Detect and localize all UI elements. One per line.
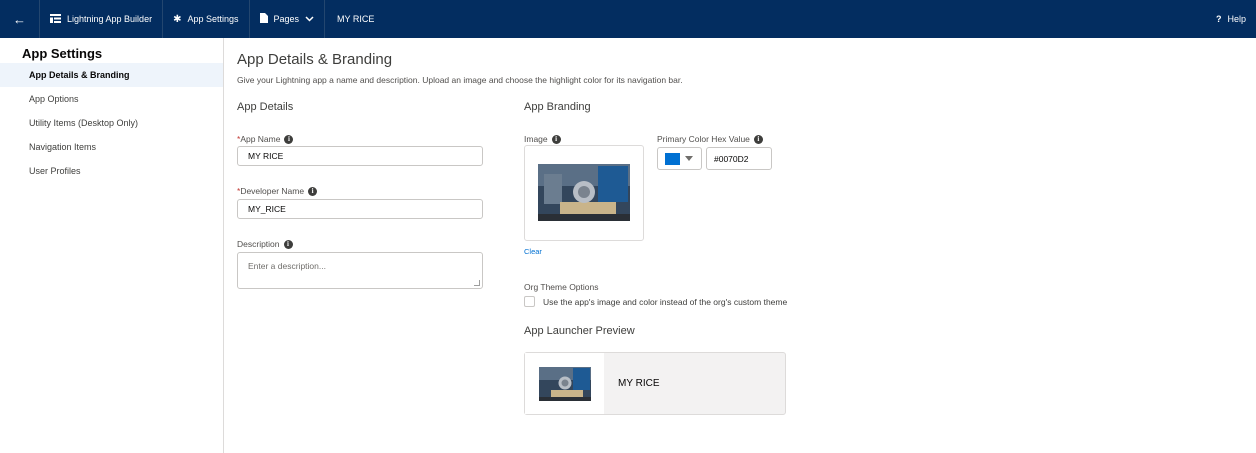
org-theme-checkbox-label[interactable]: Use the app's image and color instead of… <box>543 297 787 307</box>
preview-image <box>525 353 604 414</box>
page-description: Give your Lightning app a name and descr… <box>237 75 683 85</box>
app-image-thumbnail <box>538 164 630 221</box>
info-icon[interactable]: i <box>283 239 293 249</box>
app-settings-label: App Settings <box>187 14 239 24</box>
lightning-app-builder-menu[interactable]: Lightning App Builder <box>40 0 164 38</box>
main-panel: App Details & Branding Give your Lightni… <box>225 38 1256 453</box>
color-swatch <box>665 152 680 165</box>
help-label: Help <box>1227 14 1246 24</box>
page-icon <box>259 13 268 25</box>
app-builder-label: Lightning App Builder <box>67 14 153 24</box>
caret-down-icon <box>685 156 693 161</box>
sidebar-heading: App Settings <box>22 46 103 61</box>
developer-name-input[interactable]: MY_RICE <box>237 199 483 219</box>
app-branding-heading: App Branding <box>524 101 591 113</box>
info-icon[interactable]: i <box>551 134 561 144</box>
app-launcher-preview-heading: App Launcher Preview <box>524 325 635 337</box>
back-button[interactable]: ← <box>0 0 40 38</box>
color-picker-button[interactable] <box>657 147 702 170</box>
help-icon: ? <box>1215 14 1222 24</box>
info-icon[interactable]: i <box>308 186 318 196</box>
resize-handle-icon[interactable] <box>474 280 480 286</box>
chevron-down-icon <box>305 14 314 24</box>
app-settings-button[interactable]: ✱ App Settings <box>163 0 250 38</box>
info-icon[interactable]: i <box>284 134 294 144</box>
description-label: Description i <box>237 239 293 249</box>
app-launcher-preview-card: MY RICE <box>524 352 786 415</box>
sidebar-item-navigation-items[interactable]: Navigation Items <box>0 135 223 159</box>
primary-color-label: Primary Color Hex Value i <box>657 134 763 144</box>
sidebar-item-app-options[interactable]: App Options <box>0 87 223 111</box>
sidebar-item-app-details-branding[interactable]: App Details & Branding <box>0 63 223 87</box>
app-details-heading: App Details <box>237 101 294 113</box>
pages-dropdown[interactable]: Pages <box>250 0 326 38</box>
developer-name-label: *Developer Name i <box>237 186 318 196</box>
description-textarea[interactable]: Enter a description... <box>237 252 483 289</box>
page-title: App Details & Branding <box>237 51 393 68</box>
hex-color-input[interactable]: #0070D2 <box>706 147 772 170</box>
description-placeholder: Enter a description... <box>248 261 326 271</box>
sidebar-item-user-profiles[interactable]: User Profiles <box>0 159 223 183</box>
clear-image-link[interactable]: Clear <box>524 247 542 256</box>
image-label: Image i <box>524 134 561 144</box>
org-theme-label: Org Theme Options <box>524 282 599 292</box>
sidebar-item-utility-items[interactable]: Utility Items (Desktop Only) <box>0 111 223 135</box>
app-name-label: *App Name i <box>237 134 294 144</box>
pages-label: Pages <box>273 14 300 24</box>
gear-icon: ✱ <box>173 13 182 25</box>
top-navigation-bar: ← Lightning App Builder ✱ App Settings P… <box>0 0 1256 38</box>
back-arrow-icon: ← <box>13 11 26 27</box>
app-image-upload[interactable] <box>524 145 644 241</box>
app-name-input[interactable]: MY RICE <box>237 146 483 166</box>
org-theme-checkbox[interactable] <box>524 296 535 307</box>
preview-app-name: MY RICE <box>618 378 660 389</box>
app-title: MY RICE <box>337 14 375 24</box>
app-builder-icon <box>50 13 61 25</box>
info-icon[interactable]: i <box>753 134 763 144</box>
help-button[interactable]: ? Help <box>1206 14 1256 24</box>
settings-sidebar: App Settings App Details & Branding App … <box>0 38 224 453</box>
